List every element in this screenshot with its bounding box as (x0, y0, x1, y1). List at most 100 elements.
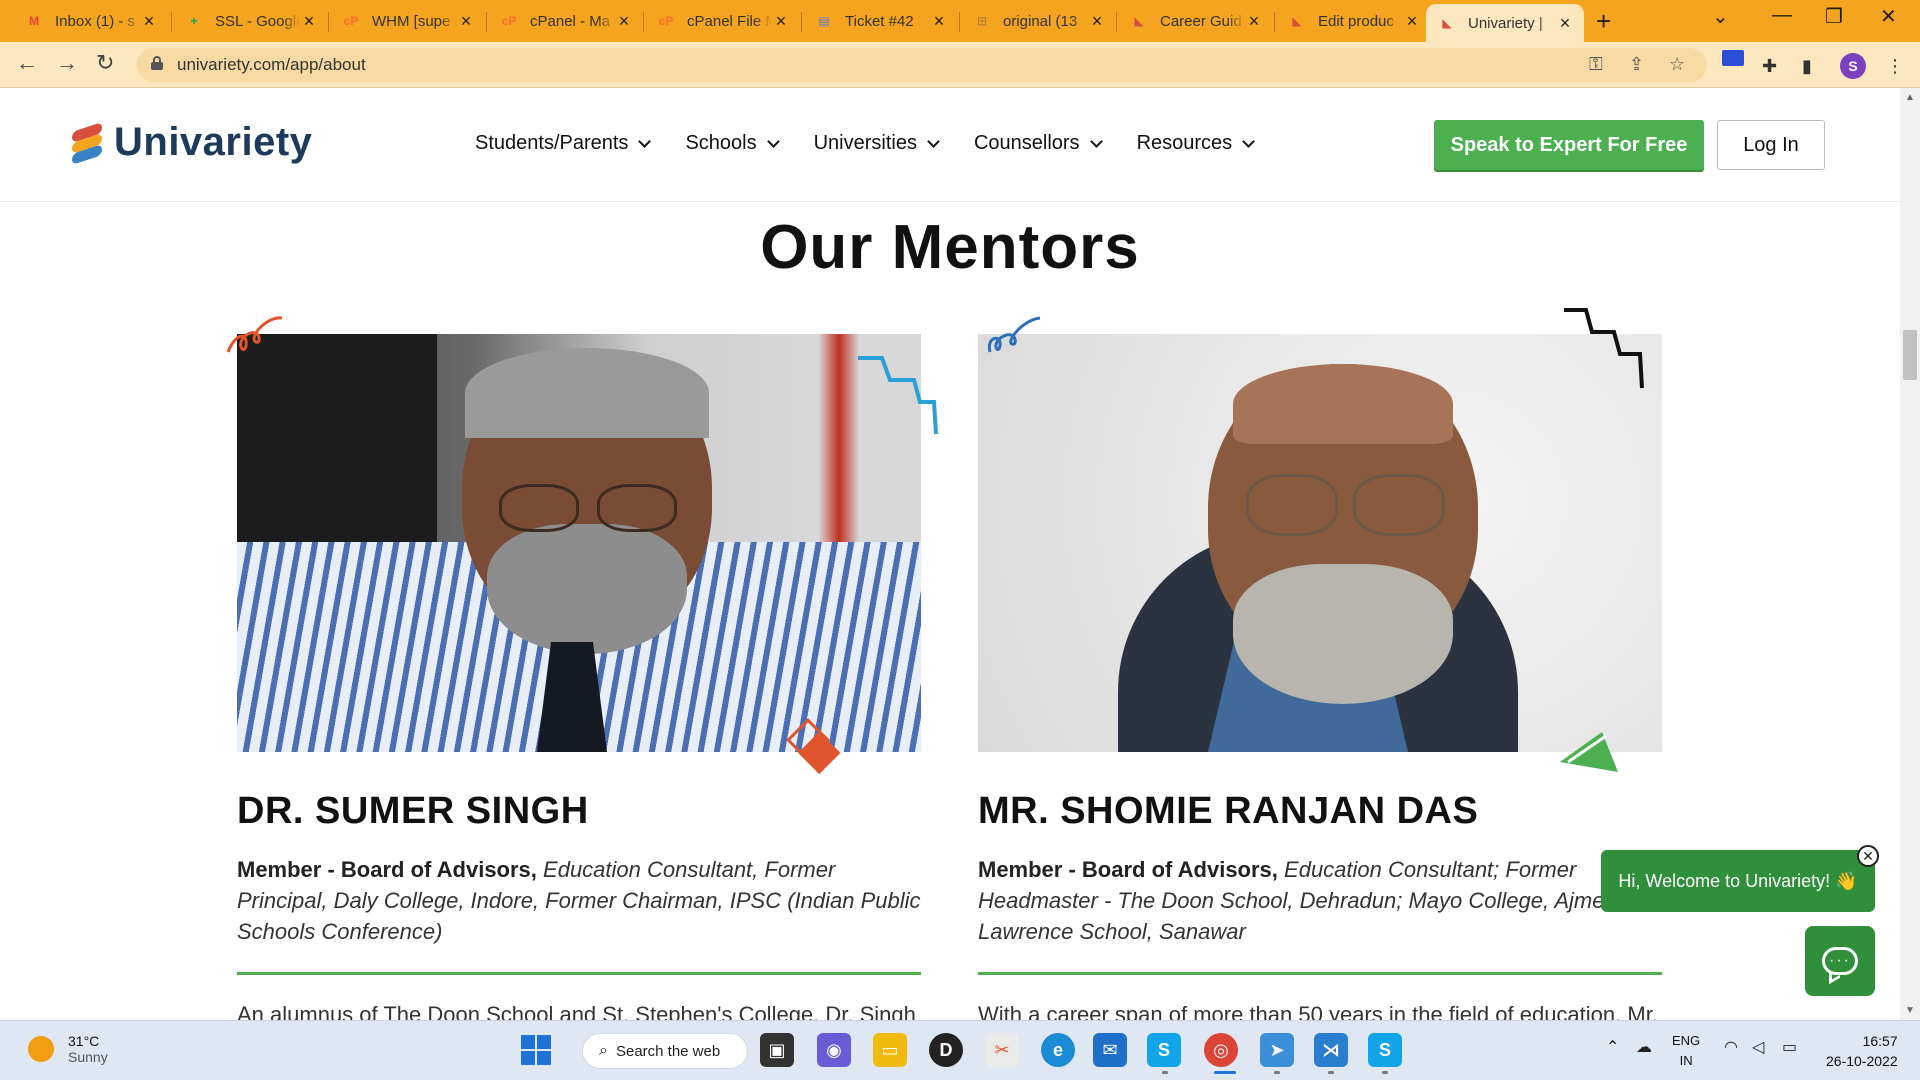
url-text[interactable]: univariety.com/app/about (177, 55, 366, 75)
side-panel-icon[interactable]: ▮ (1802, 56, 1812, 77)
puzzle-icon[interactable]: ✚ (1762, 56, 1777, 77)
dell-icon[interactable]: D (929, 1033, 963, 1067)
close-tab-icon[interactable]: × (1088, 11, 1106, 32)
mentor-role: Member - Board of Advisors, Education Co… (237, 854, 921, 947)
nav-item[interactable]: Universities (813, 132, 940, 155)
browser-tab[interactable]: cP cPanel - Ma × (488, 4, 643, 38)
scroll-down-icon[interactable]: ▼ (1905, 1005, 1915, 1016)
nav-item[interactable]: Schools (685, 132, 780, 155)
close-tab-icon[interactable]: × (930, 11, 948, 32)
chat-close-icon[interactable]: ✕ (1857, 845, 1879, 867)
weather-widget[interactable]: 31°C Sunny (28, 1033, 108, 1065)
close-tab-icon[interactable]: × (615, 11, 633, 32)
scrollbar-thumb[interactable] (1903, 330, 1917, 380)
tab-title: Inbox (1) - s (55, 12, 136, 30)
menu-icon[interactable]: ⋮ (1886, 56, 1904, 77)
app-icon[interactable]: ➤ (1260, 1033, 1294, 1067)
cloud-icon[interactable]: ☁ (1636, 1037, 1652, 1057)
page-scrollbar[interactable]: ▲ ▼ (1900, 88, 1920, 1020)
mail-icon[interactable]: ✉ (1093, 1033, 1127, 1067)
nav-item-label: Counsellors (973, 132, 1080, 154)
browser-tab[interactable]: cP WHM [supe × (330, 4, 485, 38)
task-view-icon[interactable]: ▣ (760, 1033, 794, 1067)
chrome-icon[interactable]: ◎ (1204, 1033, 1238, 1067)
mentor-divider (978, 972, 1662, 975)
skype-icon[interactable]: S (1147, 1033, 1181, 1067)
univariety-icon: ◣ (1134, 14, 1144, 28)
close-tab-icon[interactable]: × (300, 11, 318, 32)
browser-tab[interactable]: M Inbox (1) - s × (13, 4, 168, 38)
file-explorer-icon[interactable]: ▭ (873, 1033, 907, 1067)
nav-item[interactable]: Students/Parents (475, 132, 652, 155)
tab-separator (171, 12, 172, 32)
forward-icon[interactable]: → (56, 50, 78, 76)
close-tab-icon[interactable]: × (1245, 11, 1263, 32)
chevron-down-icon (766, 134, 780, 148)
browser-tab[interactable]: ▤ Ticket #42 × (803, 4, 958, 38)
scroll-up-icon[interactable]: ▲ (1905, 92, 1915, 103)
nav-item-label: Universities (813, 132, 917, 154)
browser-tab[interactable]: ◣ Univariety | × (1426, 4, 1584, 42)
nav-item[interactable]: Counsellors (973, 132, 1103, 155)
skype-icon[interactable]: S (1368, 1033, 1402, 1067)
close-tab-icon[interactable]: × (457, 11, 475, 32)
running-indicator (1274, 1071, 1280, 1074)
new-tab-button[interactable]: + (1596, 6, 1611, 37)
nav-item[interactable]: Resources (1137, 132, 1256, 155)
profile-avatar[interactable]: S (1840, 53, 1866, 79)
squiggle-decoration-icon (226, 316, 283, 353)
system-clock[interactable]: 16:57 26-10-2022 (1826, 1031, 1898, 1071)
teams-chat-icon[interactable]: ◉ (817, 1033, 851, 1067)
chevron-down-icon (638, 134, 652, 148)
close-tab-icon[interactable]: × (1556, 13, 1574, 34)
cpanel-icon: cP (343, 14, 359, 28)
minimize-icon[interactable]: — (1772, 4, 1792, 27)
back-icon[interactable]: ← (16, 50, 38, 76)
browser-tab[interactable]: cP cPanel File M × (645, 4, 800, 38)
browser-tab[interactable]: ◣ Career Guid × (1118, 4, 1273, 38)
browser-tab[interactable]: + SSL - Google × (173, 4, 328, 38)
snipping-tool-icon[interactable]: ✂ (985, 1033, 1019, 1067)
vscode-icon[interactable]: ⋊ (1314, 1033, 1348, 1067)
taskbar-search[interactable]: ⌕ Search the web (582, 1033, 748, 1069)
language-indicator[interactable]: ENG IN (1672, 1031, 1700, 1071)
tab-separator (1116, 12, 1117, 32)
reload-icon[interactable]: ↻ (96, 50, 114, 76)
chat-launcher-button[interactable]: ··· (1805, 926, 1875, 996)
chat-welcome-bubble[interactable]: Hi, Welcome to Univariety! 👋 (1601, 850, 1875, 912)
extension-icon[interactable] (1722, 50, 1744, 66)
star-icon[interactable]: ☆ (1669, 54, 1685, 75)
speak-to-expert-button[interactable]: Speak to Expert For Free (1434, 120, 1704, 170)
mentor-photo (237, 334, 921, 752)
squiggle-decoration-icon (987, 316, 1041, 353)
weather-condition: Sunny (68, 1049, 108, 1065)
share-icon[interactable]: ⇪ (1629, 54, 1644, 75)
key-icon[interactable]: ⚿ (1589, 54, 1603, 75)
running-indicator (1382, 1071, 1388, 1074)
sun-icon (28, 1036, 54, 1062)
restore-icon[interactable]: ❐ (1825, 4, 1843, 29)
running-indicator (1328, 1071, 1334, 1074)
close-window-icon[interactable]: ✕ (1880, 4, 1897, 29)
close-tab-icon[interactable]: × (1403, 11, 1421, 32)
tray-overflow-icon[interactable]: ⌃ (1606, 1037, 1619, 1057)
windows-start-icon[interactable] (521, 1035, 551, 1065)
site-logo[interactable]: Univariety (72, 120, 312, 165)
close-tab-icon[interactable]: × (772, 11, 790, 32)
edge-browser-icon[interactable]: e (1041, 1033, 1075, 1067)
battery-icon[interactable]: ▭ (1782, 1037, 1797, 1057)
tab-search-icon[interactable]: ⌄ (1712, 4, 1729, 29)
lock-icon[interactable] (151, 56, 163, 70)
volume-icon[interactable]: ◁ (1752, 1037, 1764, 1057)
login-button[interactable]: Log In (1717, 120, 1825, 170)
mentor-role: Member - Board of Advisors, Education Co… (978, 854, 1662, 947)
tab-title: WHM [supe (372, 12, 451, 30)
browser-tab[interactable]: ◣ Edit produc × (1276, 4, 1431, 38)
address-bar[interactable]: univariety.com/app/about ⚿ ⇪ ☆ (137, 48, 1707, 82)
diamond-decoration-icon (786, 718, 841, 774)
wifi-icon[interactable]: ◠ (1724, 1037, 1738, 1057)
browser-tab[interactable]: ⊞ original (13 × (961, 4, 1116, 38)
cpanel-icon: cP (658, 14, 674, 28)
close-tab-icon[interactable]: × (140, 11, 158, 32)
search-label: Search the web (615, 1042, 721, 1060)
